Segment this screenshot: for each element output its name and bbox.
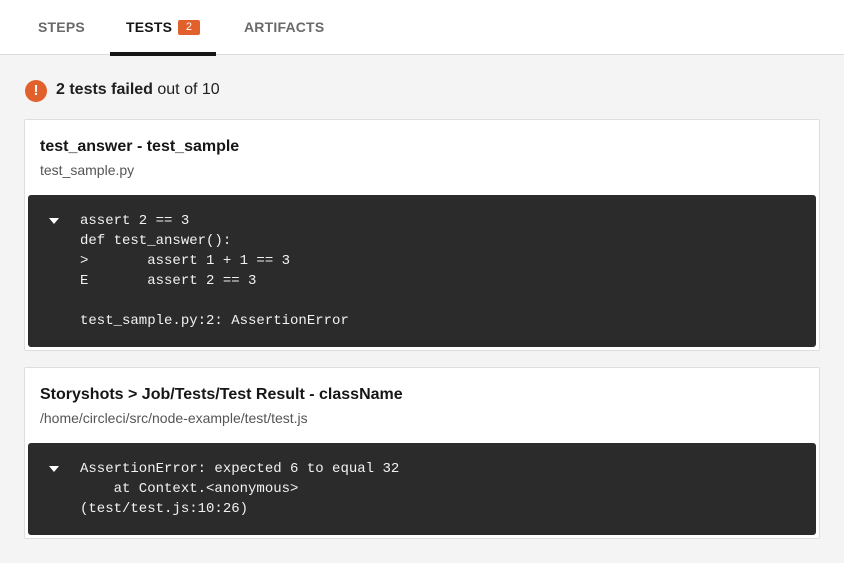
code-line: def test_answer(): (80, 233, 232, 249)
code-line: E assert 2 == 3 (80, 273, 257, 289)
failed-count-text: 2 tests failed (56, 81, 153, 98)
code-line: at Context.<anonymous> (80, 481, 299, 497)
failure-file-path: /home/circleci/src/node-example/test/tes… (40, 410, 308, 426)
tab-artifacts[interactable]: ARTIFACTS (244, 0, 324, 55)
collapse-caret-icon[interactable] (49, 218, 59, 224)
tab-artifacts-label: ARTIFACTS (244, 19, 325, 35)
code-line: assert 2 == 3 (80, 213, 190, 229)
code-lines: AssertionError: expected 6 to equal 32 a… (80, 459, 399, 519)
tab-steps[interactable]: STEPS (38, 0, 88, 55)
code-line: (test/test.js:10:26) (80, 501, 249, 517)
active-tab-indicator (110, 52, 216, 56)
test-summary: ! 2 tests failed out of 10 (25, 79, 525, 103)
total-count-text: out of 10 (152, 81, 220, 98)
summary-text: 2 tests failed out of 10 (56, 81, 220, 99)
code-line: test_sample.py:2: AssertionError (80, 313, 349, 329)
failure-card: test_answer - test_sample test_sample.py… (24, 119, 820, 351)
failure-output: AssertionError: expected 6 to equal 32 a… (28, 443, 816, 535)
failure-title: Storyshots > Job/Tests/Test Result - cla… (40, 386, 403, 403)
tab-tests-label: TESTS (126, 19, 173, 35)
tab-steps-label: STEPS (38, 19, 85, 35)
tab-bar: STEPS TESTS 2 ARTIFACTS (0, 0, 844, 56)
failure-title: test_answer - test_sample (40, 138, 240, 155)
code-line: > assert 1 + 1 == 3 (80, 253, 291, 269)
failed-count-badge: 2 (178, 20, 200, 35)
code-lines: assert 2 == 3 def test_answer(): > asser… (80, 211, 349, 331)
tab-tests[interactable]: TESTS 2 (110, 0, 216, 56)
collapse-caret-icon[interactable] (49, 466, 59, 472)
failure-output: assert 2 == 3 def test_answer(): > asser… (28, 195, 816, 347)
error-icon: ! (25, 80, 47, 102)
failure-file-path: test_sample.py (40, 162, 135, 178)
failure-card: Storyshots > Job/Tests/Test Result - cla… (24, 367, 820, 539)
code-line: AssertionError: expected 6 to equal 32 (80, 461, 400, 477)
